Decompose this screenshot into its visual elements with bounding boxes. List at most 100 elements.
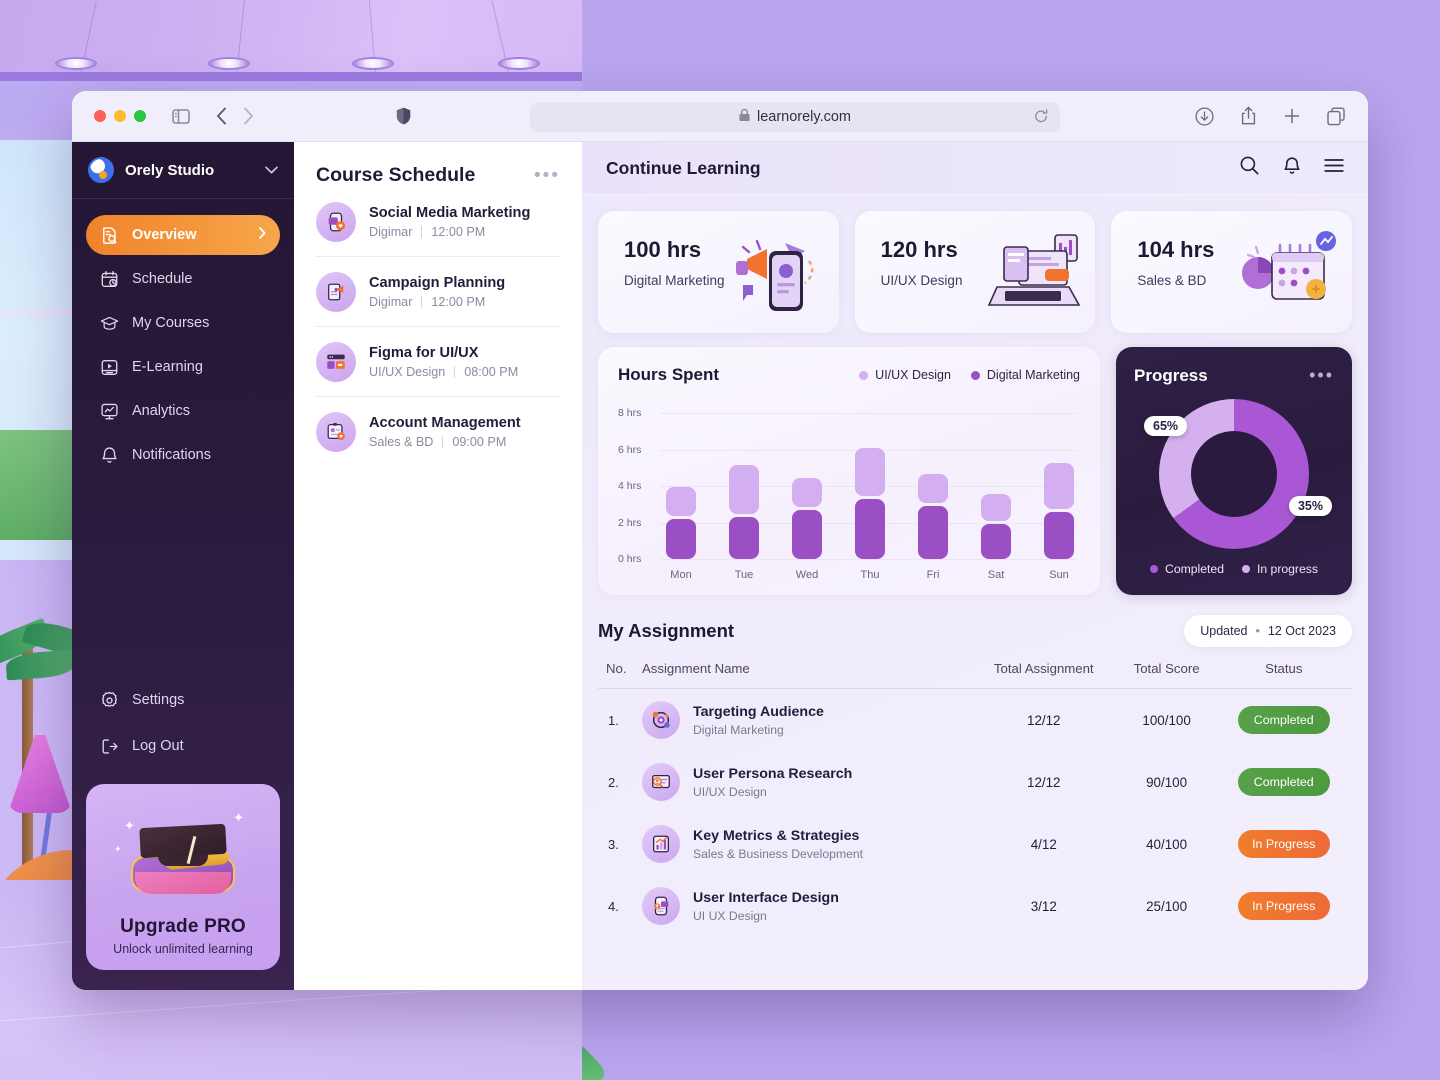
- bar-segment-digital-marketing: [918, 506, 948, 559]
- main-header: Continue Learning: [582, 142, 1368, 195]
- bar-segment-digital-marketing: [666, 518, 696, 559]
- legend-label: In progress: [1256, 562, 1318, 576]
- upgrade-pro-card[interactable]: ✦ ✦ ✦ Upgrade PRO Unlock unlimited learn…: [86, 784, 280, 970]
- brand-switcher[interactable]: Orely Studio: [72, 142, 294, 199]
- orely-logo-icon: [88, 157, 114, 183]
- table-row[interactable]: 1. Targeting Audience Digital Marketing …: [598, 689, 1352, 752]
- course-name: Campaign Planning: [369, 275, 506, 291]
- course-list-item[interactable]: Social Media Marketing Digimar 12:00 PM: [316, 187, 560, 257]
- bar-group[interactable]: [918, 401, 948, 559]
- chevron-right-icon: [259, 227, 266, 243]
- analytics-monitor-icon: [100, 402, 119, 421]
- bar-segment-uiux: [855, 448, 885, 496]
- bar-group[interactable]: [666, 401, 696, 559]
- total-score-value: 40/100: [1146, 836, 1188, 852]
- bar-group[interactable]: [1044, 401, 1074, 559]
- legend-label: Completed: [1165, 562, 1224, 576]
- course-time: 12:00 PM: [431, 295, 486, 309]
- plus-icon[interactable]: [1283, 107, 1301, 125]
- bar-group[interactable]: [792, 401, 822, 559]
- course-category: Digimar: [369, 225, 413, 239]
- status-badge: In Progress: [1237, 830, 1330, 858]
- browser-chrome: learnorely.com: [72, 91, 1368, 142]
- x-axis-tick-label: Wed: [795, 569, 819, 581]
- maximize-window-button[interactable]: [134, 110, 146, 122]
- course-list-item[interactable]: Figma for UI/UX UI/UX Design 08:00 PM: [316, 327, 560, 397]
- column-header-no: No.: [606, 661, 627, 676]
- updated-label: Updated: [1200, 624, 1248, 638]
- x-axis-tick-label: Thu: [860, 569, 880, 581]
- hours-spent-chart-card: Hours Spent UI/UX Design Digital Marketi…: [598, 347, 1100, 595]
- shield-icon[interactable]: [396, 107, 411, 125]
- x-axis-tick-label: Fri: [926, 569, 940, 581]
- course-list-item[interactable]: Campaign Planning Digimar 12:00 PM: [316, 257, 560, 327]
- sidebar-item-settings[interactable]: Settings: [86, 680, 280, 720]
- column-header-status: Status: [1265, 661, 1303, 676]
- table-row[interactable]: 3. Key Metrics & Strategies Sales & Busi…: [598, 813, 1352, 875]
- course-list-item[interactable]: Account Management Sales & BD 09:00 PM: [316, 397, 560, 466]
- forward-chevron-icon[interactable]: [243, 107, 254, 125]
- total-assignment-value: 4/12: [1030, 836, 1057, 852]
- updated-badge[interactable]: Updated • 12 Oct 2023: [1184, 615, 1352, 647]
- upgrade-pro-title: Upgrade PRO: [120, 916, 246, 937]
- bar-group[interactable]: [981, 401, 1011, 559]
- back-chevron-icon[interactable]: [216, 107, 227, 125]
- bar-group[interactable]: [855, 401, 885, 559]
- window-traffic-lights[interactable]: [94, 110, 146, 122]
- browser-window: learnorely.com Orely Studio Overview Sch…: [72, 91, 1368, 990]
- logout-icon: [100, 737, 119, 756]
- stat-card[interactable]: 104 hrs Sales & BD: [1111, 211, 1353, 333]
- address-bar[interactable]: learnorely.com: [530, 102, 1060, 132]
- minimize-window-button[interactable]: [114, 110, 126, 122]
- assignment-name: User Interface Design: [693, 889, 839, 906]
- progress-donut: 65% 35%: [1134, 394, 1334, 554]
- table-row[interactable]: 2. User Persona Research UI/UX Design 12…: [598, 751, 1352, 813]
- more-horizontal-icon[interactable]: •••: [1309, 365, 1334, 386]
- course-schedule-panel: Course Schedule ••• Social Media Marketi…: [294, 142, 582, 990]
- gear-icon: [100, 691, 119, 710]
- status-badge: Completed: [1237, 768, 1330, 796]
- sidebar-item-log-out[interactable]: Log Out: [86, 726, 280, 766]
- bar-segment-digital-marketing: [855, 498, 885, 559]
- row-number: 2.: [608, 774, 619, 790]
- y-axis-tick-label: 0 hrs: [618, 553, 642, 565]
- download-icon[interactable]: [1195, 106, 1214, 126]
- bar-chart-plot: 0 hrs 2 hrs 4 hrs 6 hrs 8 hrs Mon Tue Wed Thu Fri…: [618, 401, 1080, 581]
- sidebar-item-label: Notifications: [132, 447, 211, 463]
- close-window-button[interactable]: [94, 110, 106, 122]
- total-score-value: 25/100: [1146, 898, 1188, 914]
- bar-segment-uiux: [729, 464, 759, 515]
- megaphone-phone-illustration: [723, 225, 829, 321]
- stat-card[interactable]: 120 hrs UI/UX Design: [854, 211, 1096, 333]
- sidebar-item-notifications[interactable]: Notifications: [86, 435, 280, 475]
- sidebar-item-e-learning[interactable]: E-Learning: [86, 347, 280, 387]
- sidebar-nav: Overview Schedule My Courses E-Learning …: [72, 199, 294, 475]
- tab-overview-icon[interactable]: [1327, 107, 1346, 126]
- overview-document-icon: [100, 226, 119, 245]
- bar-segment-uiux: [1044, 462, 1074, 509]
- sidebar-toggle-icon[interactable]: [172, 108, 190, 124]
- assignment-category: UI/UX Design: [693, 784, 767, 799]
- total-score-value: 100/100: [1142, 712, 1191, 728]
- assignment-title: My Assignment: [598, 620, 735, 641]
- stat-card[interactable]: 100 hrs Digital Marketing: [598, 211, 839, 333]
- design-window-icon: [316, 342, 356, 382]
- legend-label: Digital Marketing: [986, 368, 1080, 382]
- sidebar-item-overview[interactable]: Overview: [86, 215, 280, 255]
- sidebar-item-label: My Courses: [132, 315, 210, 331]
- sidebar-item-schedule[interactable]: Schedule: [86, 259, 280, 299]
- donut-label-in-progress: 35%: [1288, 496, 1332, 516]
- hamburger-menu-icon[interactable]: [1324, 158, 1344, 178]
- search-icon[interactable]: [1239, 155, 1260, 181]
- sidebar-item-analytics[interactable]: Analytics: [86, 391, 280, 431]
- reload-icon[interactable]: [1034, 109, 1048, 129]
- bar-group[interactable]: [729, 401, 759, 559]
- sidebar-item-my-courses[interactable]: My Courses: [86, 303, 280, 343]
- share-icon[interactable]: [1240, 106, 1257, 126]
- chevron-down-icon[interactable]: [265, 161, 278, 179]
- more-horizontal-icon[interactable]: •••: [534, 165, 560, 187]
- table-row[interactable]: 4. User Interface Design UI UX Design 3/…: [598, 875, 1352, 937]
- status-badge: In Progress: [1237, 892, 1330, 920]
- bar-segment-digital-marketing: [981, 524, 1011, 559]
- bell-icon[interactable]: [1282, 156, 1302, 181]
